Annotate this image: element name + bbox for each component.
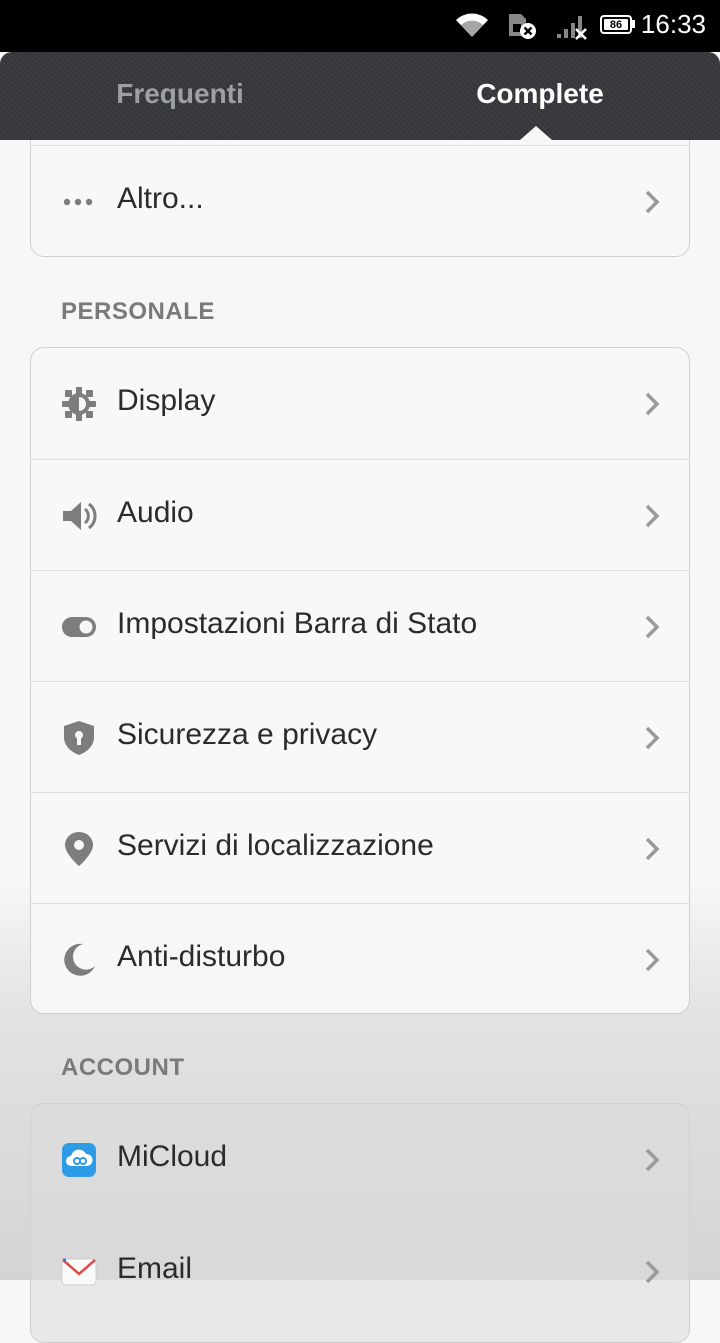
settings-item-audio[interactable]: Audio: [31, 459, 689, 570]
chevron-right-icon: [645, 1260, 660, 1284]
more-dots-icon: [63, 198, 93, 206]
tab-complete[interactable]: Complete: [360, 78, 720, 110]
account-card: MiCloud Email: [30, 1103, 690, 1343]
tab-frequenti[interactable]: Frequenti: [0, 78, 360, 110]
settings-item-email[interactable]: Email: [31, 1215, 689, 1326]
section-header-account: ACCOUNT: [61, 1054, 185, 1081]
brightness-icon: [62, 387, 96, 421]
battery-level: 86: [604, 19, 628, 31]
settings-item-display[interactable]: Display: [31, 348, 689, 459]
chevron-right-icon: [645, 504, 660, 528]
settings-item-micloud[interactable]: MiCloud: [31, 1104, 689, 1215]
signal-no-service-icon: [557, 16, 587, 40]
chevron-right-icon: [645, 615, 660, 639]
toggle-icon: [62, 617, 96, 637]
battery-cap: [632, 20, 635, 28]
settings-item-altro[interactable]: Altro...: [31, 146, 689, 256]
settings-item-impostazioni-barra-di-stato[interactable]: Impostazioni Barra di Stato: [31, 570, 689, 681]
email-icon: [61, 1258, 97, 1286]
moon-icon: [64, 943, 95, 976]
settings-item-label: Audio: [117, 496, 194, 529]
tab-bar: Frequenti Complete: [0, 52, 720, 140]
sim-disabled-icon: [509, 14, 536, 39]
wifi-icon: [456, 13, 488, 37]
settings-item-label: Altro...: [117, 182, 204, 215]
battery-icon: 86: [600, 15, 632, 34]
section-header-personale: PERSONALE: [61, 298, 215, 325]
settings-item-label: Email: [117, 1252, 193, 1285]
settings-item-label: Sicurezza e privacy: [117, 718, 378, 751]
chevron-right-icon: [645, 392, 660, 416]
settings-item-label: Display: [117, 384, 216, 417]
chevron-right-icon: [645, 190, 660, 214]
chevron-right-icon: [645, 1148, 660, 1172]
settings-item-sicurezza-e-privacy[interactable]: Sicurezza e privacy: [31, 681, 689, 792]
personale-card: Display Audio Impostazioni Barra di Stat…: [30, 347, 690, 1014]
status-bar: 86 16:33: [0, 0, 720, 52]
tab-selected-indicator: [520, 126, 552, 140]
settings-item-label: Anti-disturbo: [117, 940, 286, 973]
settings-item-anti-disturbo[interactable]: Anti-disturbo: [31, 903, 689, 1013]
chevron-right-icon: [645, 837, 660, 861]
status-time: 16:33: [640, 9, 706, 39]
top-card: Altro...: [30, 140, 690, 257]
chevron-right-icon: [645, 726, 660, 750]
settings-item-label: Impostazioni Barra di Stato: [117, 607, 478, 640]
settings-item-label: Servizi di localizzazione: [117, 829, 434, 862]
settings-item-label: MiCloud: [117, 1140, 228, 1173]
chevron-right-icon: [645, 948, 660, 972]
settings-item-servizi-di-localizzazione[interactable]: Servizi di localizzazione: [31, 792, 689, 903]
location-pin-icon: [65, 832, 93, 866]
micloud-icon: [62, 1143, 96, 1177]
speaker-icon: [63, 502, 97, 530]
shield-lock-icon: [64, 721, 94, 755]
